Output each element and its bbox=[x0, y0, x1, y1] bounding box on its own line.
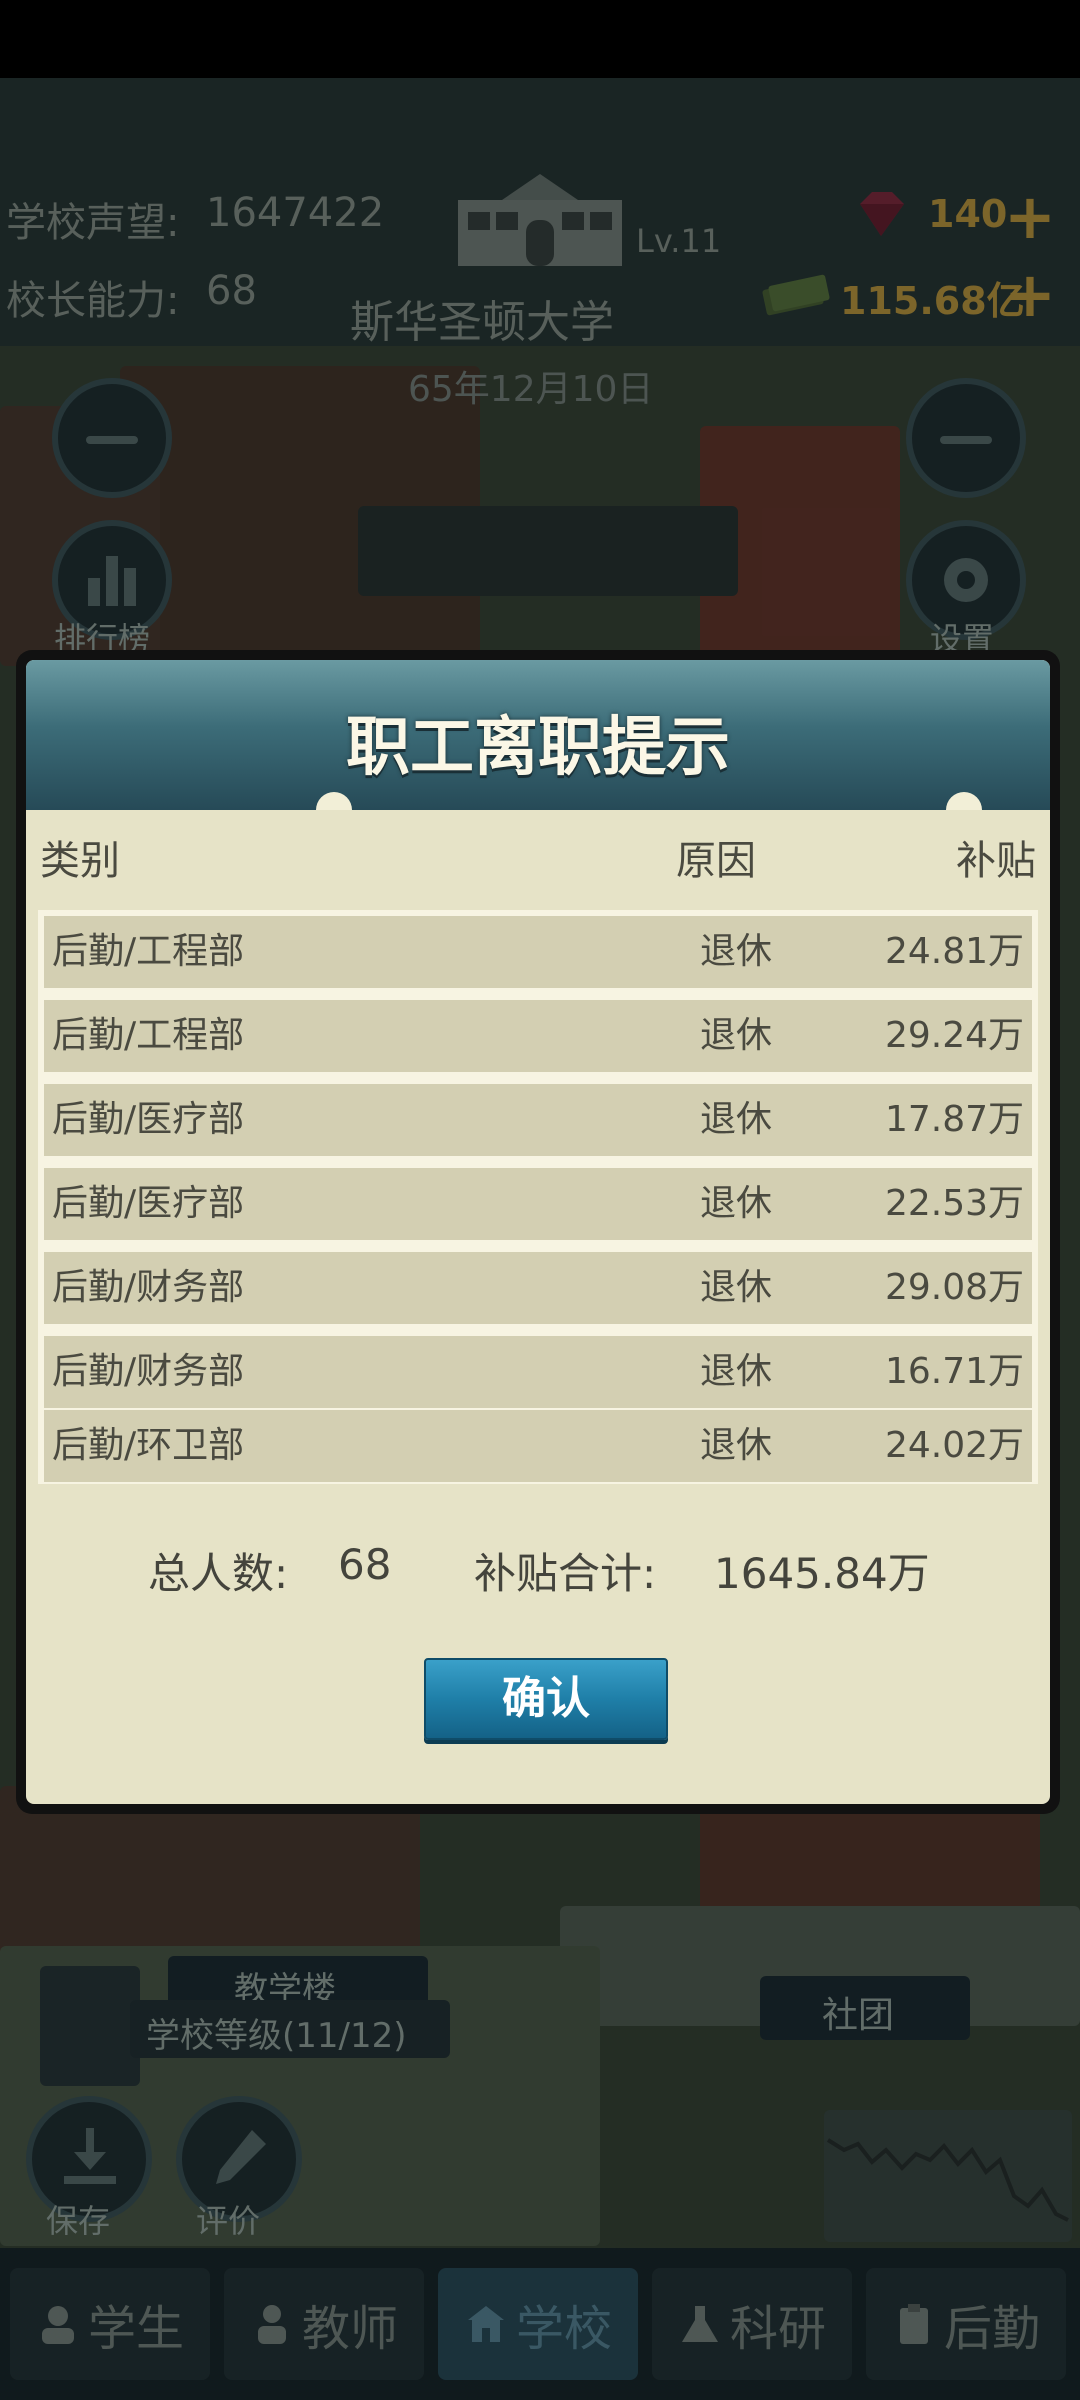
header-notch-left bbox=[316, 792, 352, 810]
table-row: 后勤/环卫部 退休 24.02万 bbox=[44, 1410, 1032, 1482]
summary-line: 总人数: 68 补贴合计: 1645.84万 bbox=[26, 1540, 1050, 1600]
row-category: 后勤/财务部 bbox=[52, 1267, 245, 1308]
row-category: 后勤/环卫部 bbox=[52, 1425, 245, 1466]
table-row: 后勤/财务部 退休 16.71万 bbox=[44, 1336, 1032, 1408]
column-header-category: 类别 bbox=[40, 838, 120, 884]
table-row: 后勤/工程部 退休 29.24万 bbox=[44, 1000, 1032, 1072]
row-category: 后勤/医疗部 bbox=[52, 1183, 245, 1224]
row-reason: 退休 bbox=[699, 1425, 772, 1466]
dialog-title: 职工离职提示 bbox=[346, 711, 730, 785]
table-row: 后勤/工程部 退休 24.81万 bbox=[44, 916, 1032, 988]
row-reason: 退休 bbox=[699, 1183, 772, 1224]
row-subsidy: 16.71万 bbox=[884, 1351, 1024, 1392]
header-notch-right bbox=[946, 792, 982, 810]
row-reason: 退休 bbox=[699, 1351, 772, 1392]
confirm-button[interactable]: 确认 bbox=[424, 1658, 668, 1740]
resignation-table[interactable]: 后勤/工程部 退休 24.81万 后勤/工程部 退休 29.24万 后勤/医疗部… bbox=[38, 910, 1038, 1484]
table-row: 后勤/医疗部 退休 22.53万 bbox=[44, 1168, 1032, 1240]
dialog-header: 职工离职提示 bbox=[26, 660, 1050, 810]
subsidy-total-label: 补贴合计: bbox=[474, 1549, 657, 1598]
row-category: 后勤/财务部 bbox=[52, 1351, 245, 1392]
column-header-reason: 原因 bbox=[676, 838, 756, 884]
row-category: 后勤/工程部 bbox=[52, 1015, 245, 1056]
row-subsidy: 24.02万 bbox=[884, 1425, 1024, 1466]
row-category: 后勤/医疗部 bbox=[52, 1099, 245, 1140]
column-header-subsidy: 补贴 bbox=[956, 838, 1036, 884]
total-count-value: 68 bbox=[338, 1540, 392, 1589]
row-category: 后勤/工程部 bbox=[52, 931, 245, 972]
row-reason: 退休 bbox=[699, 1267, 772, 1308]
row-reason: 退休 bbox=[699, 1099, 772, 1140]
resignation-dialog: 职工离职提示 类别 原因 补贴 后勤/工程部 退休 24.81万 后勤/工程部 … bbox=[16, 650, 1060, 1814]
row-subsidy: 29.08万 bbox=[884, 1267, 1024, 1308]
row-subsidy: 29.24万 bbox=[884, 1015, 1024, 1056]
total-count-label: 总人数: bbox=[148, 1549, 289, 1598]
row-reason: 退休 bbox=[699, 1015, 772, 1056]
row-subsidy: 17.87万 bbox=[884, 1099, 1024, 1140]
table-row: 后勤/医疗部 退休 17.87万 bbox=[44, 1084, 1032, 1156]
subsidy-total-value: 1645.84万 bbox=[714, 1549, 930, 1598]
row-subsidy: 22.53万 bbox=[884, 1183, 1024, 1224]
row-reason: 退休 bbox=[699, 931, 772, 972]
dialog-body: 职工离职提示 类别 原因 补贴 后勤/工程部 退休 24.81万 后勤/工程部 … bbox=[26, 660, 1050, 1804]
table-row: 后勤/财务部 退休 29.08万 bbox=[44, 1252, 1032, 1324]
row-subsidy: 24.81万 bbox=[884, 931, 1024, 972]
